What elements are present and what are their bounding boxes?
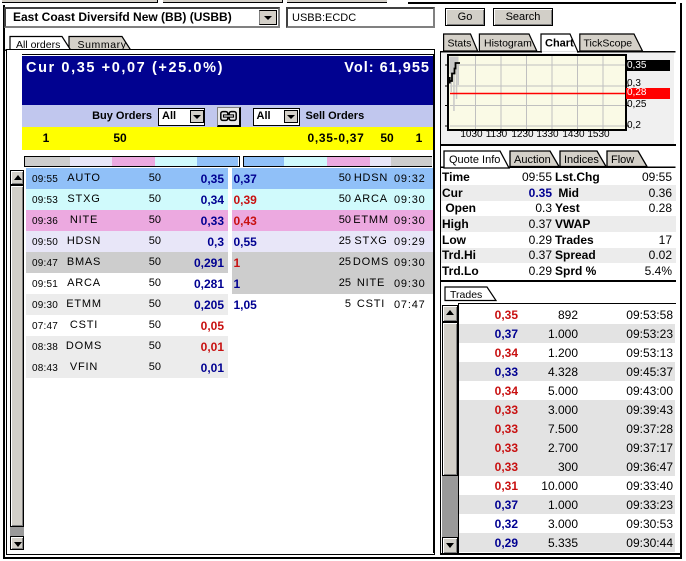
- svg-text:TickScope: TickScope: [584, 38, 633, 50]
- svg-text:Chart: Chart: [545, 38, 574, 50]
- svg-text:Flow: Flow: [611, 154, 634, 166]
- svg-text:Auction: Auction: [514, 154, 551, 166]
- svg-text:Trades: Trades: [450, 289, 482, 301]
- svg-text:Histogram: Histogram: [484, 38, 532, 50]
- svg-text:Quote Info: Quote Info: [449, 154, 500, 166]
- svg-text:Indices: Indices: [564, 154, 599, 166]
- svg-text:Stats: Stats: [448, 38, 472, 50]
